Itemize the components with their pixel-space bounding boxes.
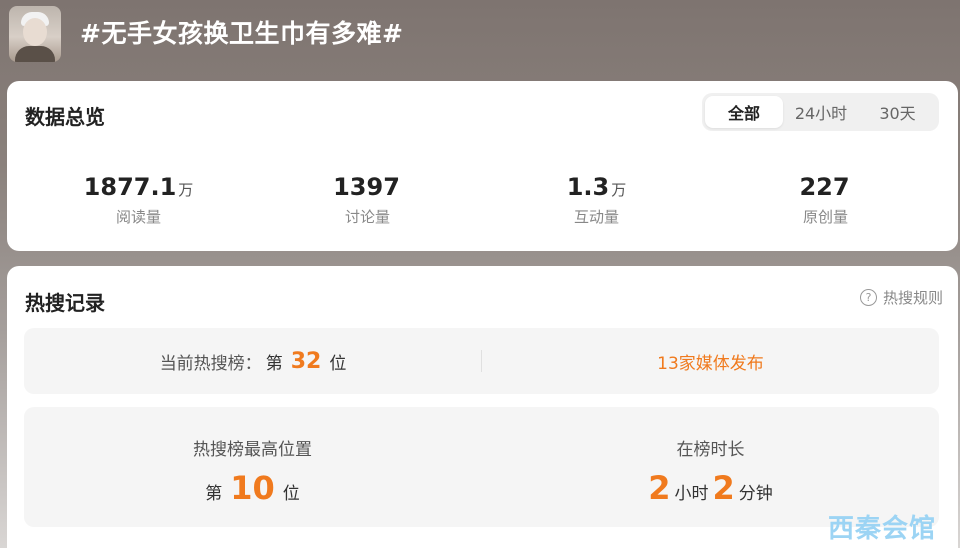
current-rank-panel: 当前热搜榜： 第 32 位 13家媒体发布 [24,328,939,394]
current-rank-prefix: 当前热搜榜： [159,353,262,374]
overview-title: 数据总览 [25,105,105,129]
hot-search-title: 热搜记录 [25,291,105,315]
stat-label: 讨论量 [344,208,390,226]
stat-value: 227 [799,173,850,201]
avatar[interactable] [9,6,61,62]
rank-di: 第 [265,353,283,374]
media-publish-link[interactable]: 13家媒体发布 [482,328,939,394]
stat-interactions: 1.3 万 互动量 [482,173,711,227]
peak-wei: 位 [282,484,300,504]
stat-label: 原创量 [802,208,848,226]
duration-hours: 2 [648,469,671,507]
duration-hours-unit: 小时 [674,484,709,504]
rules-label: 热搜规则 [882,289,943,307]
peak-rank: 热搜榜最高位置 第 10 位 [24,407,481,527]
stat-unit: 万 [611,181,627,199]
stat-label: 阅读量 [115,208,161,226]
stats-row: 1877.1 万 阅读量 1397 讨论量 1.3 万 互动量 227 原创量 [7,173,958,227]
duration-minutes: 2 [712,469,735,507]
peak-rank-label: 热搜榜最高位置 [193,440,312,460]
topic-title: #无手女孩换卫生巾有多难# [80,19,404,48]
hot-search-record-card: 热搜记录 ? 热搜规则 当前热搜榜： 第 32 位 13家媒体发布 热搜榜最高位… [7,266,958,548]
current-rank: 当前热搜榜： 第 32 位 [24,328,482,394]
stat-unit: 万 [178,181,194,199]
rank-wei: 位 [329,353,347,374]
stat-reads: 1877.1 万 阅读量 [24,173,253,227]
question-circle-icon: ? [859,289,877,306]
stat-discussions: 1397 讨论量 [253,173,482,227]
duration-label: 在榜时长 [676,440,745,460]
stat-value: 1.3 [566,173,610,201]
stat-value: 1877.1 [83,173,177,201]
watermark: 西秦会馆 [828,514,937,544]
peak-rank-value: 10 [230,469,275,507]
duration-minutes-unit: 分钟 [738,484,773,504]
stat-originals: 227 原创量 [711,173,940,227]
stat-label: 互动量 [573,208,619,226]
stat-value: 1397 [333,173,400,201]
peak-di: 第 [205,484,223,504]
data-overview-card: 数据总览 全部 24小时 30天 1877.1 万 阅读量 1397 讨论量 1.… [7,81,958,251]
tab-all[interactable]: 全部 [705,96,783,128]
peak-stats-panel: 热搜榜最高位置 第 10 位 在榜时长 2 小时 2 分钟 [24,407,939,527]
hot-search-rules-link[interactable]: ? 热搜规则 [859,287,943,308]
time-range-tabs: 全部 24小时 30天 [702,93,939,131]
tab-24h[interactable]: 24小时 [783,96,859,128]
current-rank-value: 32 [290,348,322,374]
tab-30d[interactable]: 30天 [859,96,936,128]
topic-header: #无手女孩换卫生巾有多难# [0,0,960,78]
